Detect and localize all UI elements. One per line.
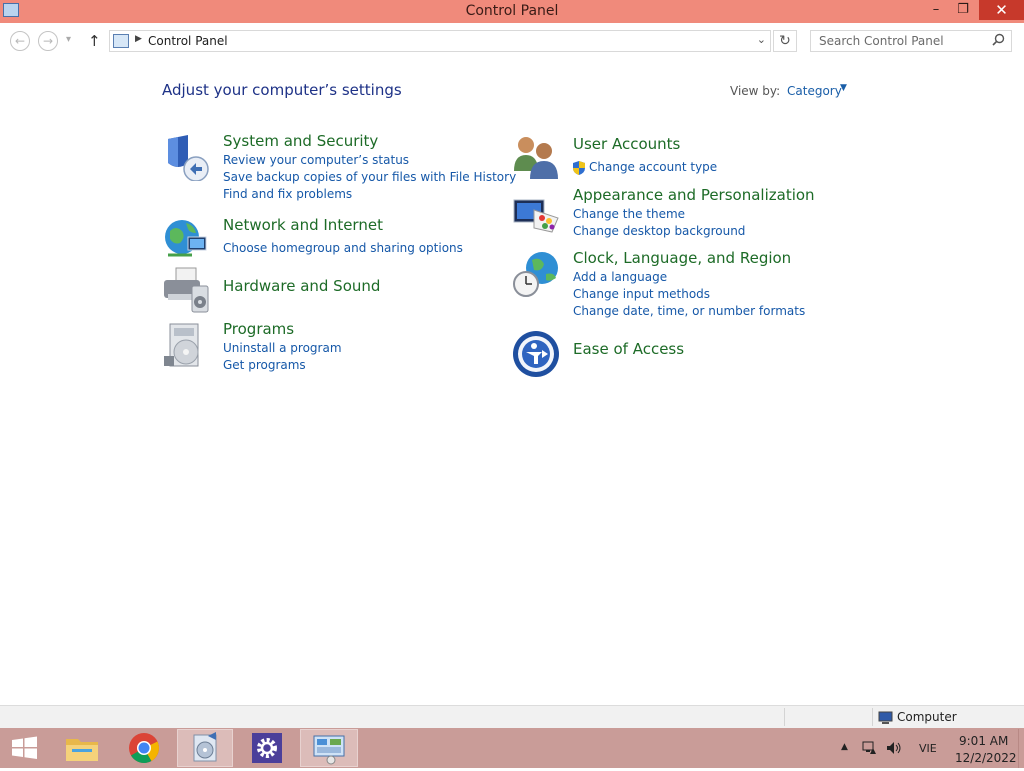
search-icon[interactable] xyxy=(992,33,1005,50)
category-appearance-and-personalization[interactable]: Appearance and Personalization xyxy=(573,186,815,204)
status-bar xyxy=(0,705,1024,728)
taskbar-file-explorer[interactable] xyxy=(58,729,106,767)
breadcrumb-arrow-icon[interactable]: ▶ xyxy=(135,34,142,44)
show-desktop-button[interactable] xyxy=(1018,729,1024,768)
page-title: Adjust your computer’s settings xyxy=(162,81,402,99)
input-language-indicator[interactable]: VIE xyxy=(919,742,937,755)
forward-button[interactable]: → xyxy=(38,31,58,51)
printer-icon[interactable] xyxy=(162,266,210,314)
link-get-programs[interactable]: Get programs xyxy=(223,358,306,372)
breadcrumb-control-panel[interactable]: Control Panel xyxy=(148,34,228,48)
programs-icon[interactable] xyxy=(162,322,210,370)
category-user-accounts[interactable]: User Accounts xyxy=(573,135,680,153)
category-network-and-internet[interactable]: Network and Internet xyxy=(223,216,383,234)
view-by-label: View by: xyxy=(730,84,781,98)
link-change-account-type[interactable]: Change account type xyxy=(589,160,717,174)
minimize-button[interactable]: – xyxy=(922,0,950,20)
category-clock-language-region[interactable]: Clock, Language, and Region xyxy=(573,249,791,267)
uac-shield-icon xyxy=(572,160,586,179)
link-change-theme[interactable]: Change the theme xyxy=(573,207,685,221)
category-programs[interactable]: Programs xyxy=(223,320,294,338)
back-button[interactable]: ← xyxy=(10,31,30,51)
refresh-button[interactable]: ↻ xyxy=(773,30,797,52)
link-change-date-time-formats[interactable]: Change date, time, or number formats xyxy=(573,304,805,318)
maximize-button[interactable]: ❐ xyxy=(950,0,976,20)
status-divider xyxy=(872,708,873,726)
view-by-dropdown[interactable]: Category xyxy=(787,84,842,98)
taskbar-control-panel[interactable] xyxy=(300,729,358,767)
link-change-desktop-background[interactable]: Change desktop background xyxy=(573,224,745,238)
ease-of-access-icon[interactable] xyxy=(512,330,560,378)
address-bar[interactable]: ▶ Control Panel ⌄ xyxy=(109,30,771,52)
clock-time[interactable]: 9:01 AM xyxy=(959,734,1008,748)
volume-icon[interactable] xyxy=(885,740,903,760)
start-button[interactable] xyxy=(4,729,44,767)
taskbar-settings[interactable] xyxy=(240,729,294,767)
clock-globe-icon[interactable] xyxy=(512,250,560,298)
category-hardware-and-sound[interactable]: Hardware and Sound xyxy=(223,277,380,295)
close-button[interactable]: ✕ xyxy=(979,0,1024,20)
status-divider xyxy=(784,708,785,726)
status-text: Computer xyxy=(897,710,957,724)
link-uninstall-program[interactable]: Uninstall a program xyxy=(223,341,342,355)
search-input[interactable]: Search Control Panel xyxy=(819,34,944,48)
control-panel-icon xyxy=(113,34,129,48)
category-ease-of-access[interactable]: Ease of Access xyxy=(573,340,684,358)
link-homegroup-sharing[interactable]: Choose homegroup and sharing options xyxy=(223,241,463,255)
clock-date[interactable]: 12/2/2022 xyxy=(955,751,1017,765)
category-system-and-security[interactable]: System and Security xyxy=(223,132,378,150)
computer-icon xyxy=(878,710,893,729)
users-icon[interactable] xyxy=(512,133,560,181)
address-dropdown-icon[interactable]: ⌄ xyxy=(757,33,766,46)
link-add-language[interactable]: Add a language xyxy=(573,270,667,284)
link-find-fix-problems[interactable]: Find and fix problems xyxy=(223,187,352,201)
network-icon[interactable] xyxy=(861,740,877,760)
link-review-status[interactable]: Review your computer’s status xyxy=(223,153,409,167)
up-button[interactable]: ↑ xyxy=(88,32,101,50)
link-file-history[interactable]: Save backup copies of your files with Fi… xyxy=(223,170,516,184)
window-title: Control Panel xyxy=(465,3,559,19)
taskbar-media-app[interactable] xyxy=(177,729,233,767)
recent-locations-chevron-icon[interactable]: ▾ xyxy=(66,34,71,45)
globe-network-icon[interactable] xyxy=(162,215,210,263)
title-bar: Control Panel – ❐ ✕ xyxy=(0,0,1024,23)
view-by-caret-icon[interactable]: ▼ xyxy=(840,83,847,93)
link-change-input-methods[interactable]: Change input methods xyxy=(573,287,710,301)
shield-icon[interactable] xyxy=(162,133,210,182)
monitor-palette-icon[interactable] xyxy=(512,192,560,240)
taskbar-chrome[interactable] xyxy=(120,729,168,767)
show-hidden-icons-button[interactable]: ▲ xyxy=(841,742,848,752)
search-box[interactable]: Search Control Panel xyxy=(810,30,1012,52)
